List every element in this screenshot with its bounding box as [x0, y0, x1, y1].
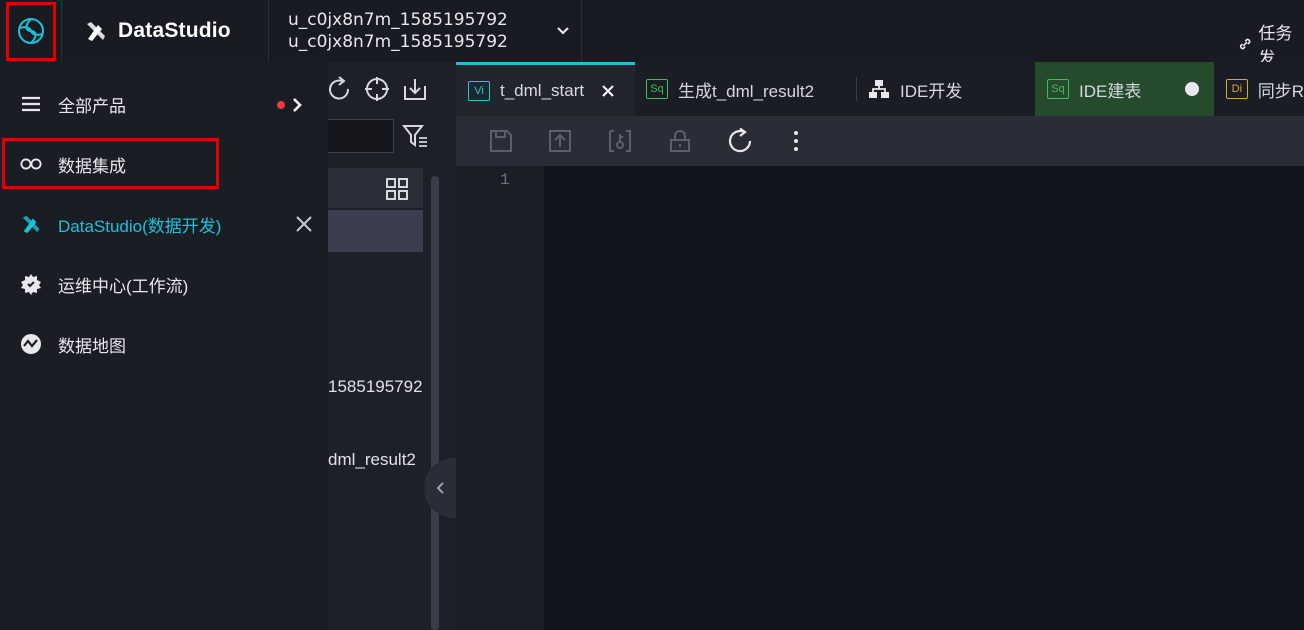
- more-button[interactable]: [783, 128, 809, 154]
- menu-item-label: 数据地图: [58, 336, 126, 356]
- chevron-down-icon: [557, 27, 569, 35]
- save-button[interactable]: [488, 128, 514, 154]
- vi-badge-icon: Vi: [468, 80, 490, 101]
- tab-t-dml-start[interactable]: Vi t_dml_start: [456, 62, 635, 116]
- tree-node-label[interactable]: dml_result2: [328, 450, 416, 470]
- project-id: u_c0jx8n7m_1585195792: [288, 32, 508, 52]
- tab-generate-result2[interactable]: Sq 生成t_dml_result2: [646, 62, 856, 116]
- tree-selected-row[interactable]: [328, 210, 423, 252]
- tab-label: 同步R: [1257, 81, 1304, 101]
- import-icon[interactable]: [402, 76, 428, 102]
- grid-icon[interactable]: [386, 178, 408, 200]
- tab-label: IDE建表: [1079, 81, 1142, 101]
- tab-ide-create-table[interactable]: Sq IDE建表: [1035, 62, 1214, 116]
- lock-icon: [670, 130, 690, 152]
- tree-toolbar: [328, 74, 456, 104]
- data-integration-highlight-box: [2, 138, 219, 189]
- tree-search-input[interactable]: [328, 119, 394, 153]
- tab-label: t_dml_start: [500, 80, 585, 100]
- unlock-button[interactable]: [667, 128, 693, 154]
- upload-icon: [549, 130, 571, 152]
- map-icon: [20, 333, 42, 355]
- sq-badge-icon: Sq: [1047, 79, 1069, 99]
- filter-icon[interactable]: [402, 124, 428, 148]
- datastudio-icon: [20, 213, 42, 235]
- menu-item-label: DataStudio(数据开发): [58, 216, 222, 236]
- notification-dot: [277, 101, 285, 109]
- menu-item-label: 全部产品: [58, 96, 126, 116]
- refresh-icon: [728, 128, 752, 153]
- panel-collapse-handle[interactable]: [424, 458, 456, 518]
- hierarchy-icon: [869, 80, 889, 98]
- line-number: 1: [500, 171, 510, 189]
- save-icon: [490, 130, 512, 152]
- menu-item-data-map[interactable]: 数据地图: [0, 314, 328, 374]
- brand-title: DataStudio: [118, 19, 231, 42]
- tree-node-label[interactable]: 1585195792: [328, 377, 423, 397]
- steal-lock-button[interactable]: [607, 128, 633, 154]
- tab-ide-dev[interactable]: IDE开发: [868, 62, 1028, 116]
- submit-button[interactable]: [547, 128, 573, 154]
- gear-icon: [20, 273, 42, 295]
- tab-divider: [856, 77, 857, 101]
- close-icon[interactable]: [295, 215, 313, 233]
- chevron-right-icon[interactable]: [290, 97, 304, 113]
- editor-tab-bar: Vi t_dml_start Sq 生成t_dml_result2 IDE开发 …: [456, 62, 1304, 116]
- tree-scrollbar[interactable]: [431, 176, 439, 630]
- tree-section-header[interactable]: [328, 168, 423, 208]
- refresh-icon[interactable]: [328, 76, 350, 102]
- datastudio-icon: [87, 22, 105, 41]
- di-badge-icon: Di: [1226, 79, 1248, 99]
- unsaved-dot-icon: [1185, 82, 1199, 96]
- sq-badge-icon: Sq: [646, 79, 668, 99]
- chevron-left-icon: [436, 482, 444, 494]
- top-bar: DataStudio u_c0jx8n7m_1585195792 u_c0jx8…: [0, 0, 1304, 68]
- menu-item-label: 运维中心(工作流): [58, 276, 189, 296]
- link-icon: [1239, 38, 1251, 50]
- project-selector[interactable]: u_c0jx8n7m_1585195792 u_c0jx8n7m_1585195…: [270, 0, 582, 62]
- tab-label: 生成t_dml_result2: [678, 81, 815, 101]
- menu-item-ops-center[interactable]: 运维中心(工作流): [0, 254, 328, 314]
- project-name: u_c0jx8n7m_1585195792: [288, 10, 508, 30]
- key-icon: [609, 130, 631, 152]
- reload-button[interactable]: [727, 128, 753, 154]
- file-tree-panel: 1585195792 dml_result2: [328, 62, 456, 630]
- more-vertical-icon: [794, 131, 798, 151]
- line-number-gutter: [456, 166, 544, 630]
- logo-highlight-box: [6, 2, 56, 61]
- code-editor[interactable]: [544, 166, 1304, 630]
- locate-icon[interactable]: [364, 76, 390, 102]
- tab-label: IDE开发: [900, 81, 963, 101]
- editor-toolbar: [456, 116, 1304, 166]
- close-icon[interactable]: [602, 84, 614, 97]
- tab-sync[interactable]: Di 同步R: [1214, 62, 1304, 116]
- menu-icon: [20, 93, 42, 115]
- menu-item-datastudio[interactable]: DataStudio(数据开发): [0, 194, 328, 254]
- brand[interactable]: DataStudio: [62, 0, 269, 62]
